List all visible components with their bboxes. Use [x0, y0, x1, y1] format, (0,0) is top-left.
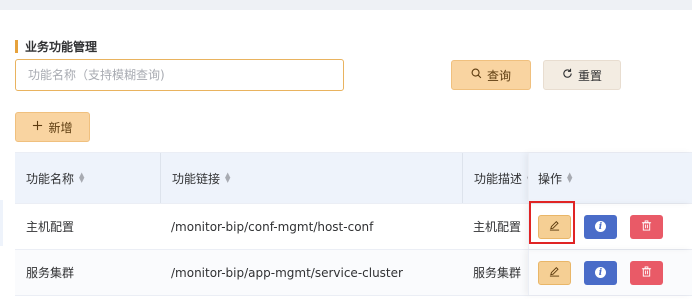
sort-caret-icon[interactable]: ▲▼ [225, 172, 230, 184]
section-title-text: 业务功能管理 [25, 40, 98, 54]
edit-icon [549, 266, 560, 280]
add-button-label: 新增 [48, 120, 73, 135]
cell-name: 主机配置 [26, 220, 75, 234]
edit-icon [549, 220, 560, 234]
left-edge-stub [0, 200, 3, 246]
info-button[interactable]: i [584, 214, 617, 239]
title-accent-bar [15, 40, 18, 53]
cell-desc: 主机配置 [473, 220, 522, 234]
table-row: 主机配置 /monitor-bip/conf-mgmt/host-conf 主机… [15, 204, 692, 250]
edit-button[interactable] [538, 260, 571, 285]
column-header-label: 操作 [538, 171, 563, 186]
info-icon: i [595, 267, 606, 278]
cell-link: /monitor-bip/conf-mgmt/host-conf [171, 219, 374, 234]
reset-button-label: 重置 [577, 68, 602, 83]
column-header-actions[interactable]: 操作 ▲ ▼ [528, 153, 692, 203]
sort-caret-icon[interactable]: ▲▼ [79, 172, 84, 184]
function-name-search-input[interactable] [15, 59, 344, 91]
query-button[interactable]: 查询 [451, 60, 531, 90]
info-button[interactable]: i [584, 260, 617, 285]
column-header-name[interactable]: 功能名称 ▲ ▼ [15, 153, 160, 203]
delete-button[interactable] [630, 260, 663, 285]
column-header-label: 功能链接 [172, 171, 221, 186]
cell-name: 服务集群 [26, 266, 75, 280]
cell-desc: 服务集群 [473, 266, 522, 280]
edit-button[interactable] [538, 214, 571, 239]
refresh-icon [562, 68, 573, 82]
plus-icon [32, 120, 43, 134]
search-icon [471, 68, 482, 82]
cell-actions: i [528, 250, 692, 295]
sort-caret-icon[interactable]: ▲▼ [567, 172, 572, 184]
reset-button[interactable]: 重置 [543, 60, 621, 90]
section-title: 业务功能管理 [15, 38, 97, 55]
column-header-label: 功能名称 [26, 171, 75, 186]
delete-icon [641, 219, 652, 234]
delete-icon [641, 265, 652, 280]
add-button[interactable]: 新增 [15, 112, 90, 142]
table-header: 功能名称 ▲▼ 功能链接 ▲▼ 功能描述 ▲▼ 操作 ▲▼ [15, 153, 692, 204]
column-header-desc[interactable]: 功能描述 ▲▼ [462, 153, 528, 203]
cell-actions: i [528, 204, 692, 249]
function-table: 功能名称 ▲▼ 功能链接 ▲▼ 功能描述 ▲▼ 操作 ▲▼ 主机配置 /moni… [15, 152, 692, 296]
column-header-label: 功能描述 [474, 171, 523, 186]
info-icon: i [595, 221, 606, 232]
query-button-label: 查询 [486, 68, 511, 83]
cell-link: /monitor-bip/app-mgmt/service-cluster [171, 265, 403, 280]
table-row: 服务集群 /monitor-bip/app-mgmt/service-clust… [15, 250, 692, 296]
delete-button[interactable] [630, 214, 663, 239]
column-header-link[interactable]: 功能链接 ▲ ▼ [160, 153, 462, 203]
